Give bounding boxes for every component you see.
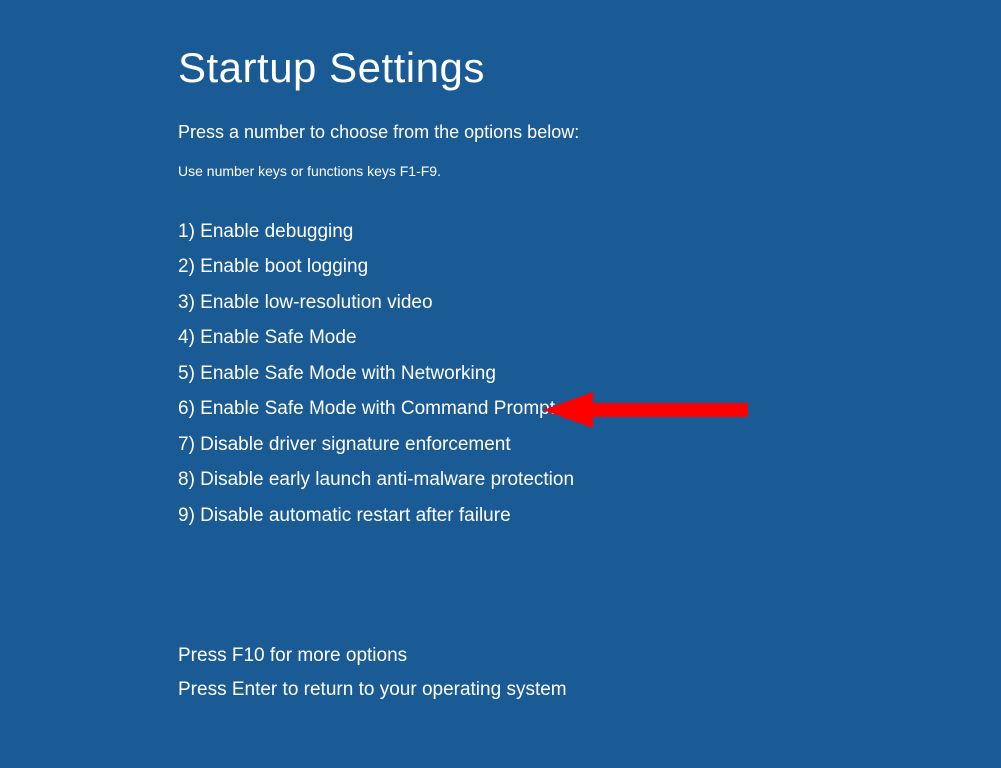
option-4-enable-safe-mode[interactable]: 4) Enable Safe Mode: [178, 323, 1001, 352]
startup-settings-screen: Startup Settings Press a number to choos…: [0, 0, 1001, 705]
option-8-disable-early-launch-anti-malware[interactable]: 8) Disable early launch anti-malware pro…: [178, 465, 1001, 494]
subtitle: Press a number to choose from the option…: [178, 122, 1001, 143]
page-title: Startup Settings: [178, 44, 1001, 92]
option-7-disable-driver-signature-enforcement[interactable]: 7) Disable driver signature enforcement: [178, 430, 1001, 459]
hint-text: Use number keys or functions keys F1-F9.: [178, 163, 1001, 179]
options-list: 1) Enable debugging 2) Enable boot loggi…: [178, 217, 1001, 530]
option-2-enable-boot-logging[interactable]: 2) Enable boot logging: [178, 252, 1001, 281]
footer-return: Press Enter to return to your operating …: [178, 676, 1001, 705]
option-3-enable-low-resolution-video[interactable]: 3) Enable low-resolution video: [178, 288, 1001, 317]
footer: Press F10 for more options Press Enter t…: [178, 642, 1001, 705]
option-9-disable-automatic-restart[interactable]: 9) Disable automatic restart after failu…: [178, 501, 1001, 530]
footer-more-options: Press F10 for more options: [178, 642, 1001, 671]
option-1-enable-debugging[interactable]: 1) Enable debugging: [178, 217, 1001, 246]
option-6-enable-safe-mode-command-prompt[interactable]: 6) Enable Safe Mode with Command Prompt: [178, 394, 1001, 423]
option-5-enable-safe-mode-networking[interactable]: 5) Enable Safe Mode with Networking: [178, 359, 1001, 388]
